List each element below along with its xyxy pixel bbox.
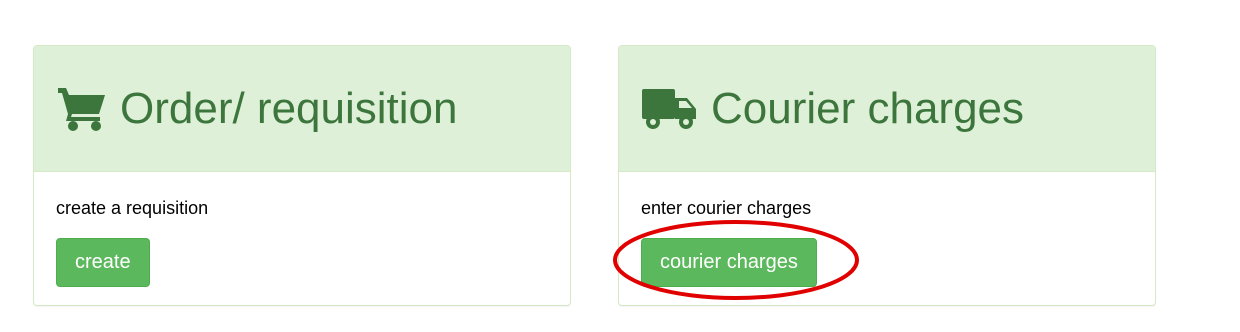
courier-panel-title: Courier charges [711, 83, 1025, 133]
order-panel-title: Order/ requisition [120, 83, 458, 133]
courier-panel-heading: Courier charges [619, 46, 1155, 172]
courier-panel-description: enter courier charges [641, 198, 812, 218]
courier-panel-body: enter courier charges courier charges [619, 172, 1155, 287]
order-panel-description: create a requisition [56, 198, 209, 218]
courier-charges-panel: Courier charges enter courier charges co… [618, 45, 1156, 306]
shopping-cart-icon [56, 86, 108, 132]
courier-charges-button[interactable]: courier charges [641, 238, 817, 287]
order-panel-body: create a requisition create [34, 172, 570, 287]
create-button[interactable]: create [56, 238, 150, 287]
order-panel-heading: Order/ requisition [34, 46, 570, 172]
order-requisition-panel: Order/ requisition create a requisition … [33, 45, 571, 306]
truck-icon [641, 87, 699, 131]
